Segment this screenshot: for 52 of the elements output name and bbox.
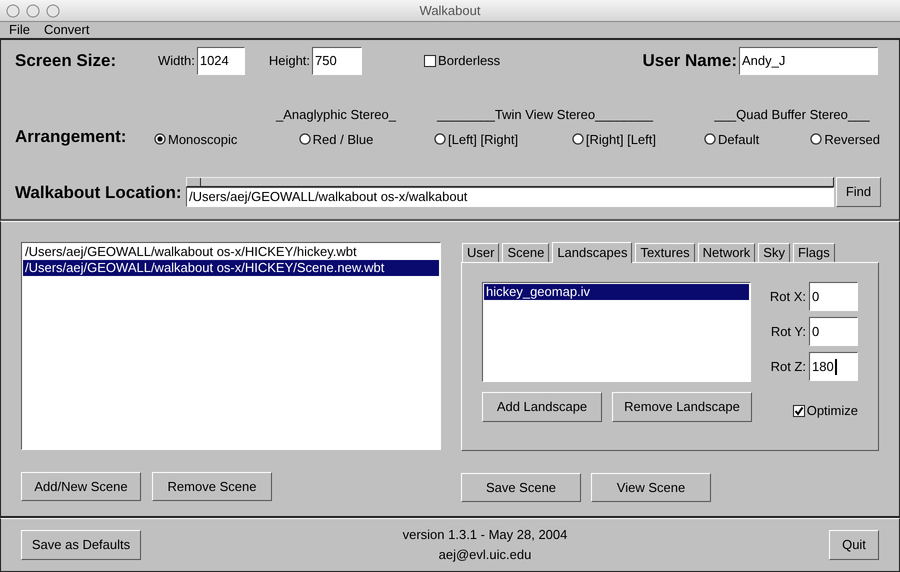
- radio-option[interactable]: Monoscopic: [154, 130, 238, 149]
- text-field[interactable]: 1024: [196, 47, 245, 75]
- field-label: User Name:: [642, 50, 737, 72]
- list-item[interactable]: /Users/aej/GEOWALL/walkabout os-x/HICKEY/hickey.wbt: [23, 244, 439, 260]
- text-field[interactable]: 750: [312, 47, 362, 75]
- radio-option[interactable]: Red / Blue: [298, 130, 374, 149]
- button[interactable]: Find: [836, 177, 881, 207]
- button[interactable]: Add Landscape: [482, 392, 602, 422]
- email-text: aej@evl.uic.edu: [438, 546, 532, 564]
- radio-option[interactable]: [Right] [Left]: [572, 130, 656, 149]
- menu-item[interactable]: File: [9, 20, 30, 40]
- tab[interactable]: Flags: [792, 243, 835, 262]
- section-label: Walkabout Location:: [15, 182, 183, 204]
- text-field[interactable]: Andy_J: [739, 47, 878, 75]
- list-item[interactable]: /Users/aej/GEOWALL/walkabout os-x/HICKEY/Scene.new.wbt: [23, 260, 439, 276]
- button[interactable]: Save Scene: [461, 473, 581, 502]
- tab[interactable]: Sky: [758, 243, 790, 262]
- button[interactable]: Remove Landscape: [612, 392, 752, 422]
- tab[interactable]: Landscapes: [552, 242, 632, 263]
- radio-option[interactable]: Default: [704, 130, 760, 149]
- radio-option[interactable]: [Left] [Right]: [434, 130, 518, 149]
- tab[interactable]: User: [462, 243, 500, 262]
- text-field[interactable]: 0: [809, 317, 858, 346]
- button[interactable]: View Scene: [591, 473, 711, 502]
- group-heading: _Anaglyphic Stereo_: [274, 106, 398, 124]
- checkbox-option[interactable]: Borderless: [424, 51, 500, 71]
- text-field[interactable]: 180: [809, 352, 858, 381]
- field-label: Rot X:: [770, 288, 806, 306]
- group-heading: ___Quad Buffer Stereo___: [713, 106, 871, 124]
- button[interactable]: Remove Scene: [152, 472, 272, 501]
- tab[interactable]: Scene: [502, 243, 550, 262]
- button[interactable]: Save as Defaults: [21, 530, 141, 560]
- list-item[interactable]: hickey_geomap.iv: [484, 284, 749, 300]
- section-label: Screen Size:: [15, 50, 118, 72]
- text-field[interactable]: 0: [809, 282, 858, 311]
- field-label: Rot Z:: [770, 358, 806, 376]
- field-label: Rot Y:: [770, 322, 806, 341]
- field-label: Height:: [268, 52, 310, 70]
- button[interactable]: Quit: [829, 530, 879, 560]
- tab[interactable]: Network: [698, 243, 756, 262]
- text-field[interactable]: /Users/aej/GEOWALL/walkabout os-x/walkabout: [186, 187, 834, 207]
- radio-option[interactable]: Reversed: [810, 130, 880, 149]
- version-text: version 1.3.1 - May 28, 2004: [402, 526, 568, 544]
- window-title: Walkabout: [420, 2, 480, 20]
- field-label: Width:: [158, 52, 195, 70]
- group-heading: ________Twin View Stereo________: [436, 106, 654, 124]
- section-label: Arrangement:: [15, 126, 128, 148]
- scroll-bar[interactable]: [186, 177, 834, 187]
- checkbox-option[interactable]: Optimize: [792, 401, 858, 420]
- tab[interactable]: Textures: [635, 243, 695, 262]
- button[interactable]: Add/New Scene: [21, 472, 141, 501]
- menu-item[interactable]: Convert: [44, 20, 90, 40]
